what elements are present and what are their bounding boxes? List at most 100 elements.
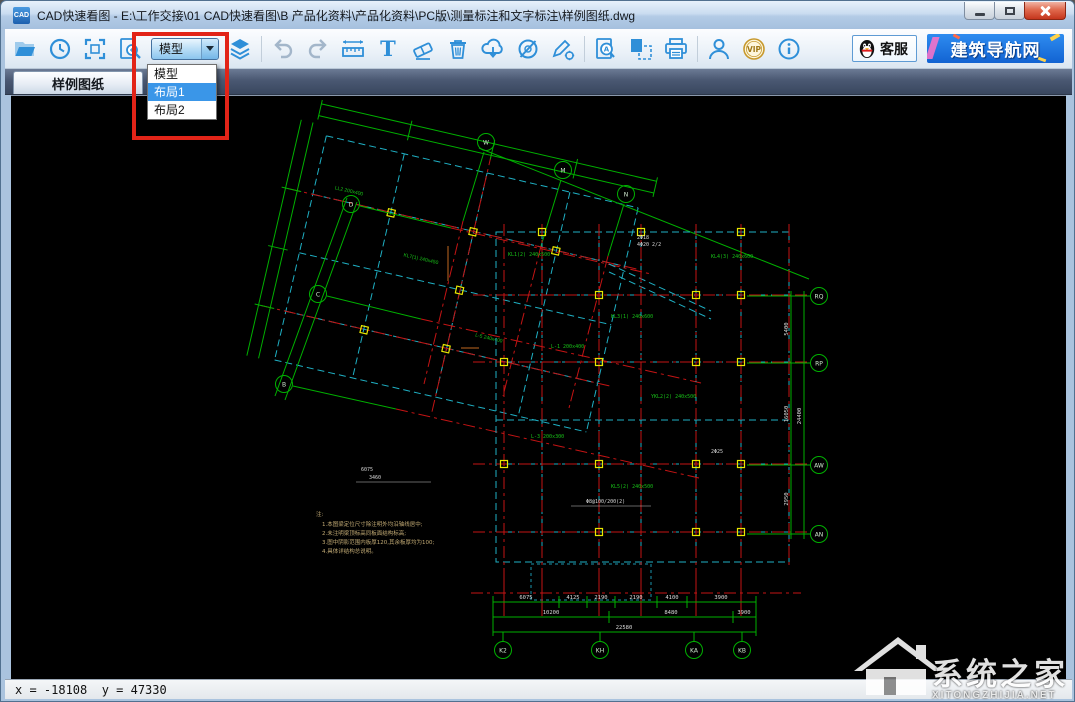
redo-button[interactable] (304, 35, 332, 63)
layout-select[interactable]: 模型 (151, 37, 219, 60)
eraser-button[interactable] (409, 35, 437, 63)
vip-icon: VIP (743, 37, 765, 60)
svg-text:4125: 4125 (566, 595, 579, 601)
find-text-button[interactable]: A (592, 35, 620, 63)
svg-text:4100: 4100 (665, 595, 678, 601)
svg-text:10200: 10200 (543, 610, 560, 616)
banner-ribbon (927, 37, 940, 59)
svg-text:KL1(2) 240x500: KL1(2) 240x500 (508, 252, 550, 258)
svg-text:2Φ18: 2Φ18 (637, 235, 649, 241)
svg-text:8480: 8480 (664, 610, 677, 616)
svg-text:A: A (604, 45, 610, 53)
layout-dropdown-list: 模型 布局1 布局2 (147, 64, 217, 120)
svg-text:22580: 22580 (616, 625, 633, 631)
customer-service-button[interactable]: 客服 (852, 35, 917, 62)
svg-text:24400: 24400 (797, 408, 803, 425)
svg-text:RQ: RQ (815, 294, 824, 301)
toolbar-separator (697, 35, 698, 62)
svg-text:KB: KB (738, 648, 746, 655)
nav-banner-label: 建筑导航网 (950, 41, 1041, 60)
tab-sample-drawing[interactable]: 样例图纸 (13, 71, 143, 94)
svg-text:W: W (483, 140, 489, 147)
svg-text:T: T (380, 36, 396, 61)
view-zoom-button[interactable] (116, 35, 144, 63)
svg-text:L-3 200x300: L-3 200x300 (531, 434, 564, 440)
svg-text:注:: 注: (316, 510, 324, 518)
svg-text:2Φ25: 2Φ25 (711, 449, 723, 455)
close-icon (1039, 5, 1051, 17)
svg-text:KL7(1) 240x450: KL7(1) 240x450 (403, 252, 439, 266)
drawing-canvas[interactable]: LL2 200x400 KL7(1) 240x450 L-5 240x400 6… (11, 95, 1066, 679)
svg-text:K2: K2 (499, 648, 507, 655)
person-icon (709, 38, 729, 59)
layers-icon (230, 38, 250, 60)
measure-button[interactable] (339, 35, 367, 63)
layout-option-model[interactable]: 模型 (148, 65, 216, 83)
folder-open-icon (15, 41, 35, 56)
eye-off-icon (518, 39, 538, 58)
toolbar: 模型 T A VIP 客服 建筑导航网 (5, 29, 1072, 69)
svg-text:Φ8@100/200(2): Φ8@100/200(2) (586, 499, 625, 505)
open-file-button[interactable] (11, 35, 39, 63)
history-button[interactable] (46, 35, 74, 63)
find-text-icon: A (596, 37, 615, 59)
chevron-down-icon[interactable] (201, 38, 218, 59)
minimize-button[interactable] (964, 2, 995, 20)
svg-text:3460: 3460 (369, 475, 381, 481)
fit-extent-icon (84, 38, 106, 59)
maximize-icon (1004, 6, 1015, 15)
svg-text:KL5(2) 240x500: KL5(2) 240x500 (611, 484, 653, 490)
cloud-download-icon (481, 38, 503, 58)
vip-button[interactable]: VIP (740, 35, 768, 63)
svg-text:3900: 3900 (737, 610, 750, 616)
minimize-icon (974, 12, 985, 16)
cad-plan: LL2 200x400 KL7(1) 240x450 L-5 240x400 6… (246, 99, 828, 659)
svg-text:4.具体详结构总说明。: 4.具体详结构总说明。 (322, 547, 377, 555)
layout-option-layout1[interactable]: 布局1 (148, 83, 216, 101)
svg-text:C: C (316, 292, 320, 299)
layout-option-layout2[interactable]: 布局2 (148, 101, 216, 119)
svg-text:D: D (349, 202, 354, 209)
title-bar[interactable]: CAD CAD快速看图 - E:\工作交接\01 CAD快速看图\B 产品化资料… (1, 1, 1074, 29)
hide-layer-button[interactable] (514, 35, 542, 63)
page-magnifier-icon (120, 37, 141, 59)
toolbar-separator (261, 35, 262, 62)
svg-text:3900: 3900 (714, 595, 727, 601)
about-button[interactable] (775, 35, 803, 63)
svg-text:6075: 6075 (361, 467, 373, 473)
maximize-button[interactable] (994, 2, 1025, 20)
app-icon: CAD (13, 6, 30, 24)
ruler-icon (342, 39, 364, 57)
cursor-coordinates: x = -18108 y = 47330 (15, 682, 167, 697)
svg-text:KL3(1) 240x600: KL3(1) 240x600 (611, 314, 653, 320)
text-annotate-button[interactable]: T (374, 35, 402, 63)
delete-button[interactable] (444, 35, 472, 63)
bottom-dims: 6075 4125 2190 2190 4100 3900 10200 8480… (492, 595, 757, 641)
svg-text:6075: 6075 (519, 595, 532, 601)
text-icon: T (380, 36, 396, 61)
annotation-settings-button[interactable] (549, 35, 577, 63)
page-copy-icon (631, 38, 652, 60)
print-button[interactable] (662, 35, 690, 63)
pencil-gear-icon (552, 39, 575, 60)
toolbar-separator (584, 35, 585, 62)
right-dims: 5400 16050 2950 24400 (747, 291, 810, 539)
clock-icon (49, 38, 71, 59)
nav-banner-button[interactable]: 建筑导航网 (927, 34, 1064, 63)
layers-button[interactable] (226, 35, 254, 63)
undo-button[interactable] (269, 35, 297, 63)
svg-text:4Φ20 2/2: 4Φ20 2/2 (637, 242, 661, 248)
cloud-sync-button[interactable] (479, 35, 507, 63)
vip-label: VIP (747, 44, 762, 53)
svg-text:5400: 5400 (784, 322, 790, 335)
qq-penguin-icon (859, 39, 875, 58)
svg-text:2.未注明梁顶标高同板面结构标高;: 2.未注明梁顶标高同板面结构标高; (322, 529, 406, 537)
account-button[interactable] (705, 35, 733, 63)
close-button[interactable] (1024, 2, 1066, 20)
page-copy-button[interactable] (627, 35, 655, 63)
layout-select-value: 模型 (159, 42, 184, 56)
svg-text:2950: 2950 (784, 492, 790, 505)
svg-text:AW: AW (814, 463, 824, 470)
app-window: CAD CAD快速看图 - E:\工作交接\01 CAD快速看图\B 产品化资料… (0, 0, 1075, 702)
fit-extent-button[interactable] (81, 35, 109, 63)
